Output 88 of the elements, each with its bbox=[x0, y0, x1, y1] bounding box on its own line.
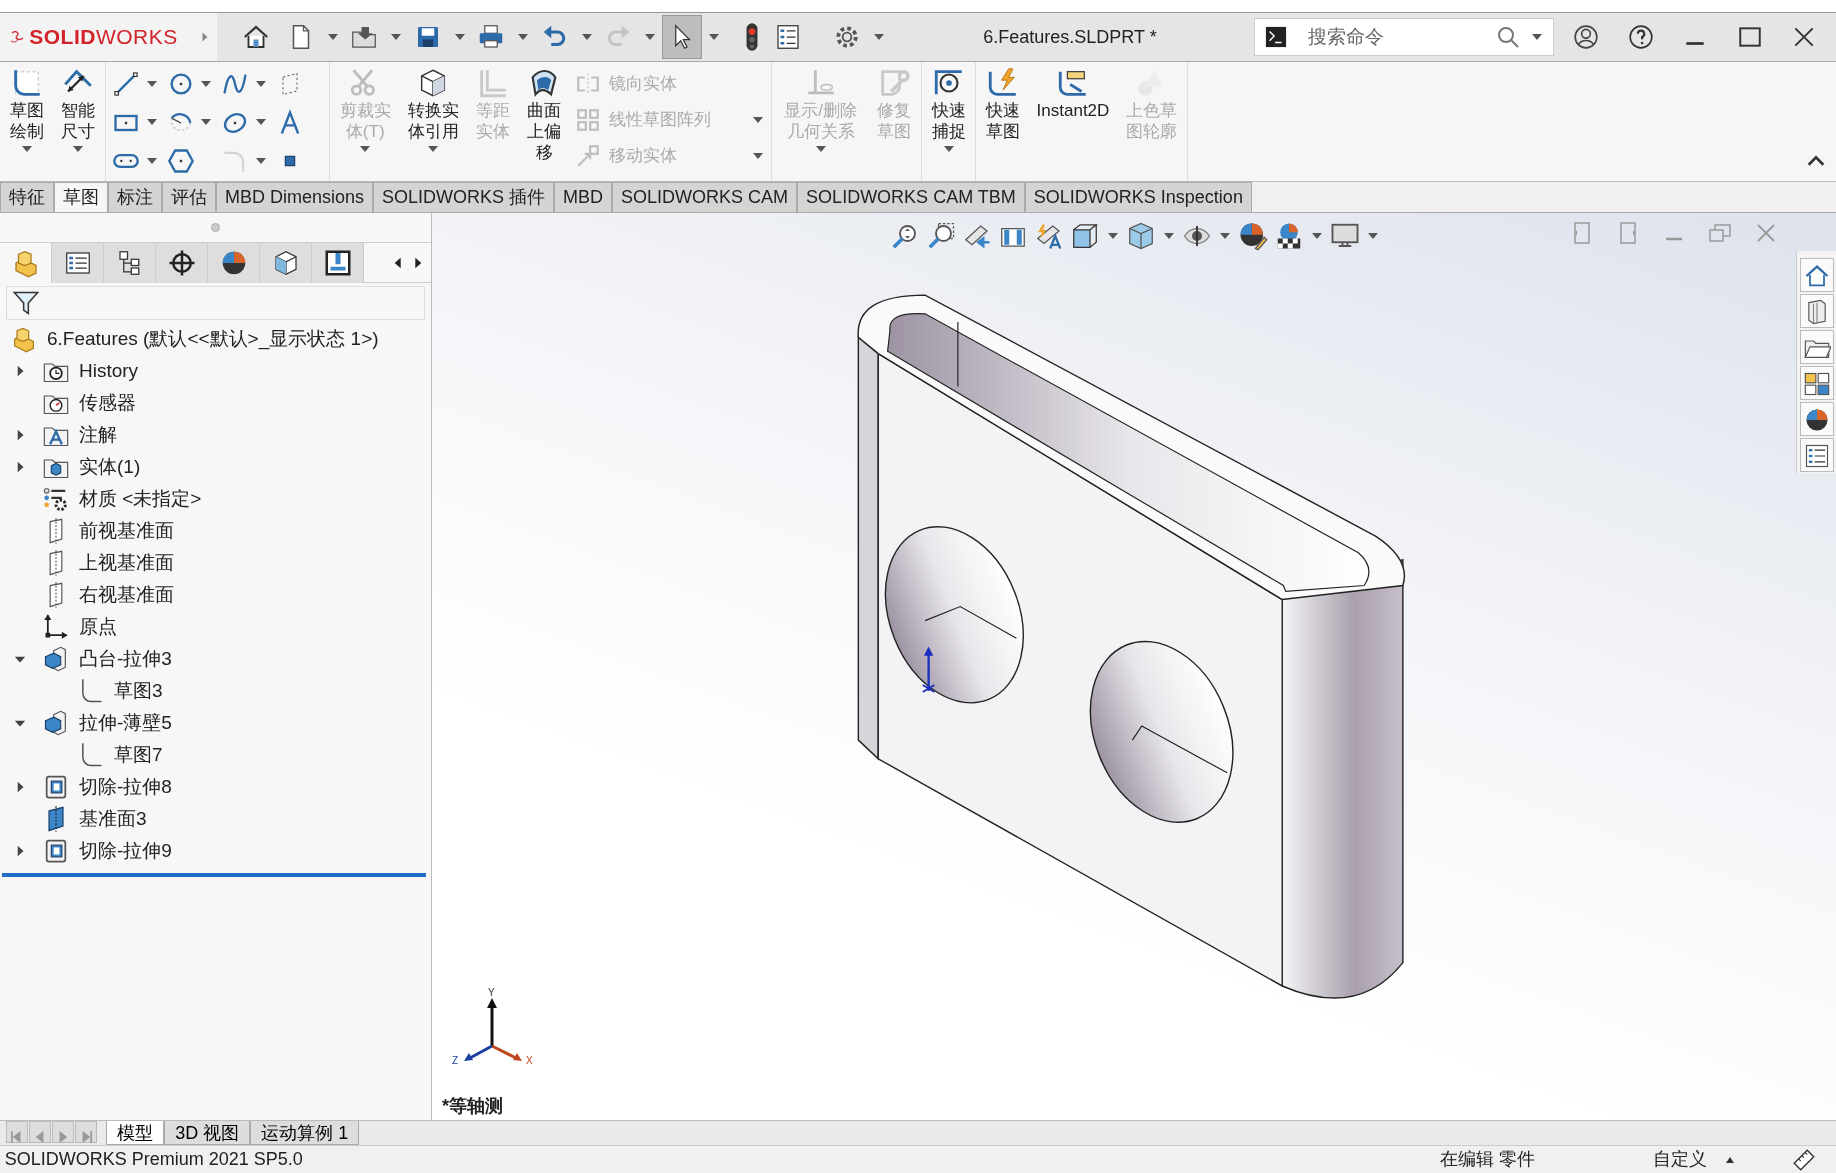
tree-item[interactable]: 拉伸-薄壁5 bbox=[79, 708, 172, 738]
command-tab[interactable]: MBD bbox=[554, 182, 613, 212]
command-tab[interactable]: 草图 bbox=[54, 182, 108, 212]
shaded-cube-button[interactable] bbox=[1126, 221, 1156, 251]
camera-letter-button[interactable] bbox=[1034, 221, 1064, 251]
tree-item[interactable]: 6.Features (默认<<默认>_显示状态 1>) bbox=[47, 324, 379, 354]
hexagon-icon bbox=[166, 147, 195, 176]
view-palette-icon bbox=[1803, 370, 1831, 398]
axis-label: Y bbox=[488, 988, 495, 998]
terminal-icon bbox=[1264, 26, 1287, 48]
command-button[interactable]: 智能尺寸 bbox=[57, 66, 99, 181]
list-icon bbox=[1803, 442, 1831, 470]
command-tab[interactable]: SOLIDWORKS CAM bbox=[612, 182, 798, 212]
tree-item[interactable]: 前视基准面 bbox=[79, 516, 174, 546]
tree-item[interactable]: 切除-拉伸9 bbox=[79, 836, 172, 866]
command-tab[interactable]: 特征 bbox=[0, 182, 54, 212]
tree-item[interactable]: 草图3 bbox=[114, 676, 163, 706]
zoom-area-button[interactable] bbox=[926, 221, 956, 251]
tree-item[interactable]: 切除-拉伸8 bbox=[79, 772, 172, 802]
nav-first-icon bbox=[10, 1130, 23, 1144]
command-button[interactable]: 快速草图 bbox=[982, 66, 1025, 181]
material-icon bbox=[41, 485, 70, 513]
task-pane-tab[interactable] bbox=[1800, 258, 1834, 292]
shaded-cube-icon bbox=[1126, 221, 1156, 251]
tree-item[interactable]: 传感器 bbox=[79, 388, 136, 418]
pattern-icon bbox=[574, 107, 601, 134]
units-menu[interactable]: 自定义 bbox=[1653, 1146, 1734, 1173]
panel-tab[interactable] bbox=[312, 243, 364, 283]
sphere-pencil-button[interactable] bbox=[1238, 221, 1268, 251]
edit-mode: 在编辑 零件 bbox=[1440, 1148, 1535, 1171]
command-tab[interactable]: 评估 bbox=[162, 182, 216, 212]
traffic-light-icon bbox=[744, 22, 759, 52]
tree-item[interactable]: 材质 <未指定> bbox=[79, 484, 202, 514]
line-icon bbox=[111, 70, 140, 99]
axis-label: Z bbox=[452, 1055, 459, 1066]
panel-tab[interactable] bbox=[208, 243, 260, 283]
command-button[interactable]: 转换实体引用 bbox=[404, 66, 463, 181]
view-tab[interactable]: 3D 视图 bbox=[164, 1121, 251, 1145]
tree-item[interactable]: 注解 bbox=[79, 420, 117, 450]
task-pane-tab[interactable] bbox=[1800, 438, 1834, 472]
tree-item[interactable]: 实体(1) bbox=[79, 452, 141, 482]
view-cube-button[interactable] bbox=[1070, 221, 1100, 251]
line-button[interactable] bbox=[111, 69, 140, 99]
camera-letter-icon bbox=[1034, 221, 1064, 251]
command-button[interactable]: Instant2D bbox=[1033, 66, 1113, 181]
tree-item[interactable]: History bbox=[79, 356, 139, 386]
document-title: 6.Features.SLDPRT * bbox=[982, 25, 1158, 49]
panel-tab[interactable] bbox=[156, 243, 208, 283]
view-cube-icon bbox=[1070, 221, 1100, 251]
view-name: *等轴测 bbox=[442, 1095, 503, 1118]
sphere-pencil-icon bbox=[1238, 221, 1268, 251]
filter-icon[interactable] bbox=[11, 289, 40, 317]
tree-item[interactable]: 凸台-拉伸3 bbox=[79, 644, 172, 674]
tree-item[interactable]: 上视基准面 bbox=[79, 548, 174, 578]
command-tab[interactable]: SOLIDWORKS 插件 bbox=[373, 182, 555, 212]
cursor-button[interactable] bbox=[661, 15, 702, 59]
maximize-icon[interactable] bbox=[1736, 24, 1763, 50]
panel-tab[interactable] bbox=[52, 243, 104, 283]
nav-prev-icon bbox=[33, 1130, 46, 1144]
command-tab[interactable]: 标注 bbox=[108, 182, 162, 212]
tree-item[interactable]: 右视基准面 bbox=[79, 580, 174, 610]
hexagon-button[interactable] bbox=[166, 146, 195, 176]
product-version: SOLIDWORKS Premium 2021 SP5.0 bbox=[3, 1148, 303, 1171]
task-pane-tab[interactable] bbox=[1800, 330, 1834, 364]
view-tab[interactable]: 模型 bbox=[106, 1121, 165, 1145]
user-icon[interactable] bbox=[1573, 24, 1599, 50]
command-tab[interactable]: SOLIDWORKS Inspection bbox=[1024, 182, 1252, 212]
tree-item[interactable]: 基准面3 bbox=[79, 804, 147, 834]
command-button[interactable]: 曲面上偏移 bbox=[523, 66, 566, 181]
command-button[interactable]: 草图绘制 bbox=[6, 66, 48, 181]
search-icon bbox=[1496, 25, 1520, 49]
splitter-handle[interactable] bbox=[211, 223, 220, 232]
axis-triad-drawing bbox=[464, 998, 522, 1061]
help-icon[interactable] bbox=[1627, 24, 1654, 50]
logo: SOLIDWORKS bbox=[29, 24, 178, 51]
zoom-area-icon bbox=[926, 221, 956, 251]
task-pane-tab[interactable] bbox=[1800, 402, 1834, 436]
panel-tab[interactable] bbox=[104, 243, 156, 283]
caret-up-icon bbox=[1726, 1156, 1734, 1163]
command-button[interactable]: 快速捕捉 bbox=[927, 66, 970, 181]
tree-item[interactable]: 草图7 bbox=[114, 740, 163, 770]
task-pane-tab[interactable] bbox=[1800, 366, 1834, 400]
command-tab[interactable]: SOLIDWORKS CAM TBM bbox=[797, 182, 1025, 212]
view-tab[interactable]: 运动算例 1 bbox=[250, 1121, 360, 1145]
tree-item[interactable]: 原点 bbox=[79, 612, 117, 642]
search-box[interactable]: 搜索命令 bbox=[1254, 18, 1554, 56]
command-tab[interactable]: MBD Dimensions bbox=[216, 182, 374, 212]
axis-label: X bbox=[526, 1055, 533, 1066]
